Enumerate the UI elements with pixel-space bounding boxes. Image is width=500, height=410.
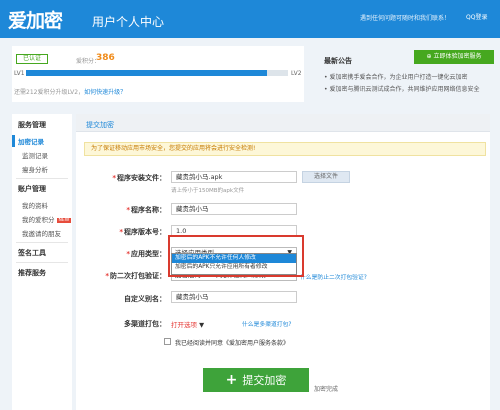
agree-text: 我已经阅读并同意《爱加密用户服务条款》: [175, 340, 290, 347]
user-card: 已认证 爱积分： 386 LV1 LV2 还需212爱积分升级LV2，如何快速升…: [12, 46, 304, 102]
level-progress-bar: [26, 70, 288, 76]
announcements-title: 最新公告: [324, 57, 352, 65]
chevron-down-icon: ▼: [199, 321, 205, 329]
sidebar-item-slim-analysis[interactable]: 瘦身分析: [22, 164, 48, 174]
app-logo[interactable]: 爱加密: [8, 6, 63, 33]
type-label: *应用类型：: [126, 250, 166, 258]
alias-label: 自定义别名：: [124, 295, 166, 303]
verified-badge: 已认证: [16, 54, 48, 64]
sidebar-divider: [16, 262, 68, 263]
file-label: *程序安装文件：: [112, 174, 166, 182]
highlight-box: [168, 235, 304, 277]
sidebar-item-my-points[interactable]: 我的爱积分 NEW: [22, 214, 72, 224]
level-progress-fill: [26, 70, 268, 76]
level-tip: 还需212爱积分升级LV2，如何快速升级？: [14, 89, 127, 96]
channel-toggle[interactable]: 打开选项 ▼: [171, 319, 204, 329]
sidebar-group-account: 账户管理: [18, 185, 46, 193]
watermark: Baidu 经验: [380, 386, 471, 405]
sidebar-item-recommended[interactable]: 推荐服务: [18, 268, 46, 278]
alias-input[interactable]: 藏贵鸽小马: [171, 291, 297, 303]
sidebar-divider: [16, 242, 68, 243]
repack-help-link[interactable]: 什么是防止二次打包验证?: [300, 272, 367, 281]
sidebar-item-encrypt-records[interactable]: 加密记录: [18, 136, 44, 146]
sidebar-divider: [16, 178, 68, 179]
main-panel: 提交加密 为了保证移动应用市场安全，您提交的应用将会进行安全检测! *程序安装文…: [76, 114, 490, 410]
plus-icon: +: [225, 372, 238, 388]
channel-label: 多渠道打包：: [124, 320, 166, 328]
name-label: *程序名称：: [126, 206, 166, 214]
upgrade-link[interactable]: 如何快速升级？: [84, 89, 126, 96]
sidebar: 服务管理 加密记录 监测记录 瘦身分析 账户管理 我的资料 我的爱积分 NEW 我…: [12, 114, 72, 410]
help-text: 遇到任何问题可随时和我们联系！: [360, 15, 451, 22]
repack-label: *防二次打包验证：: [105, 272, 166, 280]
after-submit-text: 加密完成: [314, 386, 339, 393]
active-indicator: [12, 135, 15, 147]
page-title: 用户个人中心: [92, 15, 165, 29]
qq-login-link[interactable]: QQ登录: [466, 12, 487, 21]
top-header: 爱加密 用户个人中心 遇到任何问题可随时和我们联系！ QQ登录: [0, 0, 500, 38]
sidebar-item-invited-friends[interactable]: 我邀请的朋友: [22, 228, 61, 238]
agree-checkbox[interactable]: [164, 338, 171, 345]
file-path-input[interactable]: 藏贵鸽小马.apk: [171, 171, 297, 183]
choose-file-button[interactable]: 选择文件: [302, 171, 350, 183]
level-end: LV2: [291, 70, 302, 77]
announcement-item[interactable]: • 爱加密携手爱会合作，为企业用户打造一键化云加密: [324, 72, 467, 81]
tab-submit-encryption[interactable]: 提交加密: [86, 120, 114, 130]
channel-help-link[interactable]: 什么是多渠道打包?: [242, 319, 291, 328]
announcements-panel: 最新公告 ⊕ 立即体验加密服务 • 爱加密携手爱会合作，为企业用户打造一键化云加…: [318, 46, 494, 102]
security-notice: 为了保证移动应用市场安全，您提交的应用将会进行安全检测!: [84, 142, 486, 156]
level-start: LV1: [14, 70, 25, 77]
submit-encryption-button[interactable]: + 提交加密: [203, 368, 309, 392]
file-hint: 请上传小于150MB的apk文件: [171, 188, 245, 194]
new-badge: NEW: [56, 217, 72, 223]
app-name-input[interactable]: 藏贵鸽小马: [171, 203, 297, 215]
sidebar-item-my-profile[interactable]: 我的资料: [22, 200, 48, 210]
score-value: 386: [96, 53, 115, 63]
announcement-item[interactable]: • 爱加密与腾讯云测试成合作，共同维护应用网络信息安全: [324, 84, 479, 93]
try-encryption-button[interactable]: ⊕ 立即体验加密服务: [414, 50, 494, 64]
tab-bar: 提交加密: [76, 114, 490, 132]
version-label: *程序版本号：: [119, 228, 166, 236]
sidebar-item-monitor-records[interactable]: 监测记录: [22, 150, 48, 160]
sidebar-item-sign-tool[interactable]: 签名工具: [18, 248, 46, 258]
sidebar-group-service: 服务管理: [18, 121, 46, 129]
